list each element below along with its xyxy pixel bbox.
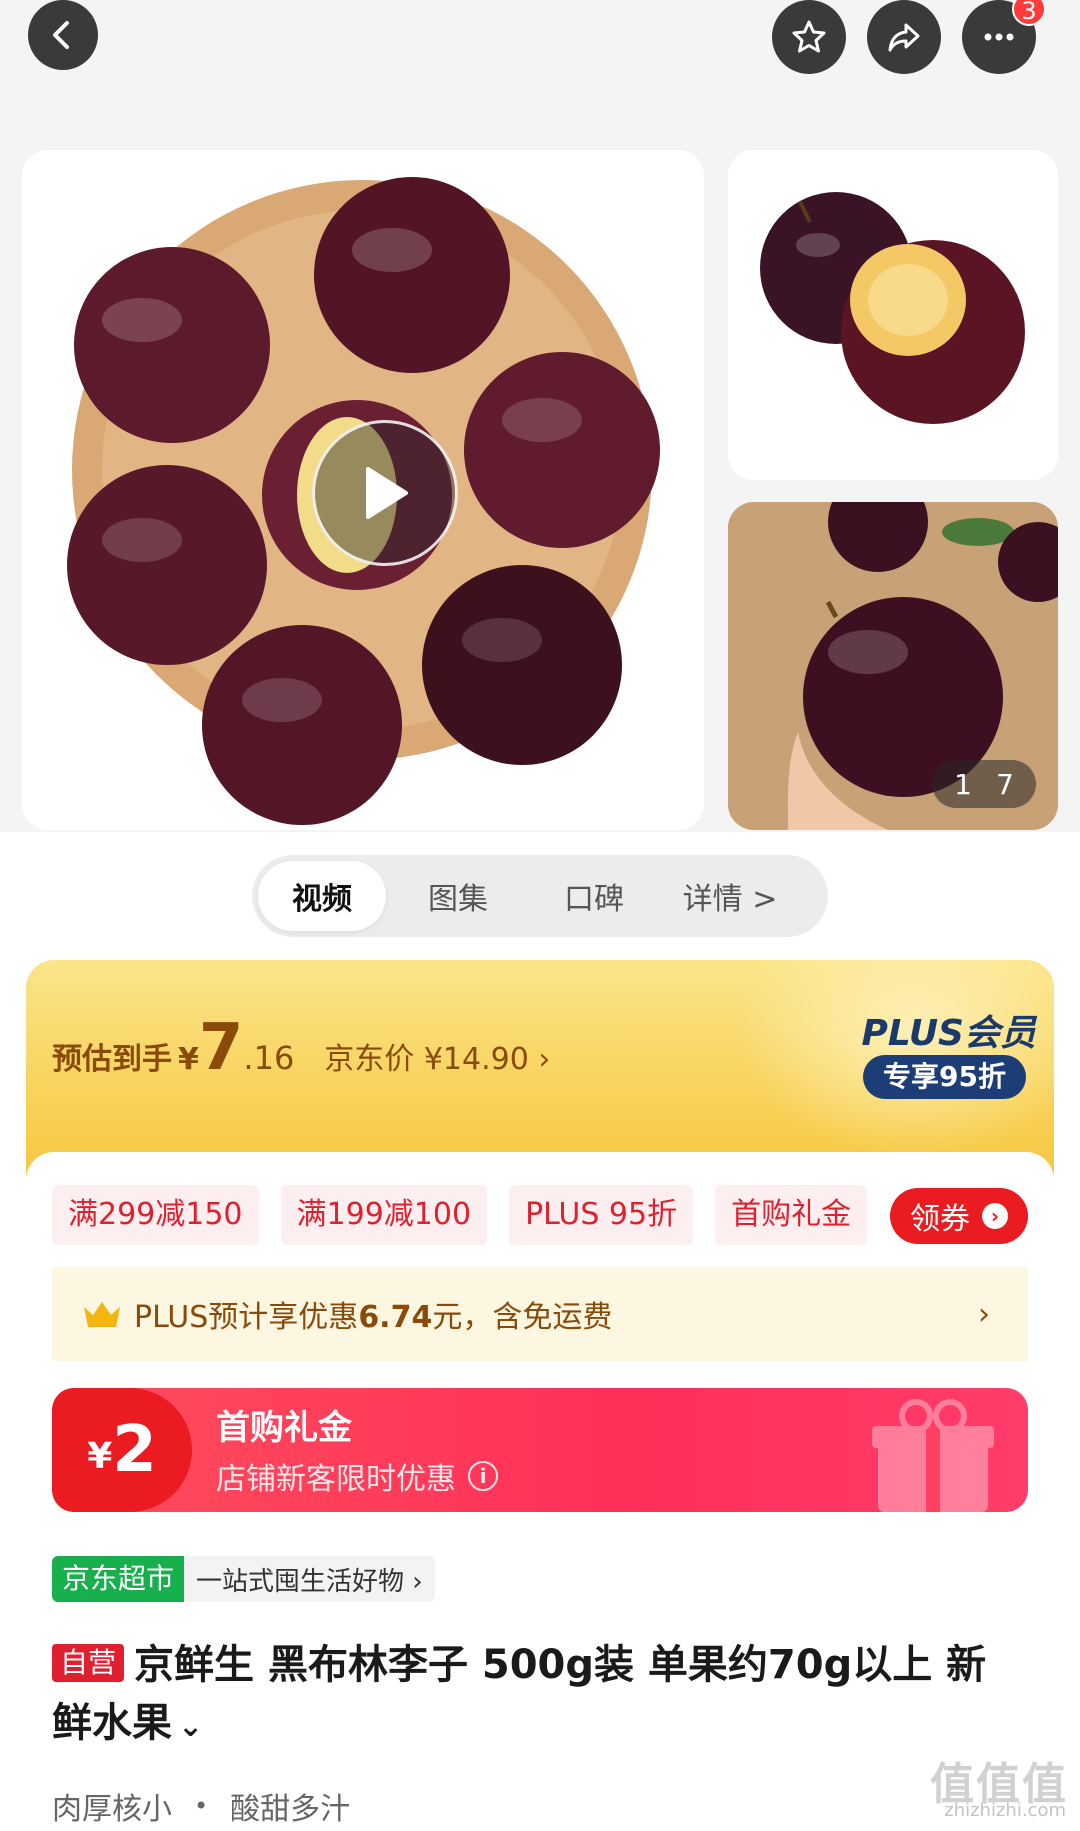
gallery-counter: 1 7 — [932, 760, 1036, 808]
store-tag[interactable]: 京东超市 一站式囤生活好物 › — [52, 1556, 435, 1602]
plus-member-title: PLUS会员 — [861, 1013, 1036, 1054]
play-video-button[interactable] — [312, 420, 458, 566]
coupon-tag[interactable]: PLUS 95折 — [509, 1185, 694, 1245]
feature-item: 酸甜多汁 — [230, 1792, 351, 1827]
store-name: 京东超市 — [52, 1556, 185, 1602]
gift-amount-value: 2 — [112, 1413, 157, 1487]
price-integer: 7 — [198, 1011, 244, 1085]
plus-savings-suffix: 元，含免运费 — [432, 1300, 613, 1335]
product-features: 肉厚核小 • 酸甜多汁 — [52, 1784, 350, 1828]
product-gallery: 1 7 — [0, 150, 1080, 830]
coupon-tag[interactable]: 满199减100 — [280, 1185, 488, 1245]
chevron-right-icon: › — [978, 1296, 990, 1332]
star-icon — [792, 20, 826, 53]
feature-item: 肉厚核小 — [52, 1792, 172, 1827]
main-product-video[interactable] — [22, 150, 704, 830]
get-coupon-button[interactable]: 领券 › — [890, 1188, 1028, 1244]
price-currency: ¥ — [178, 1042, 199, 1077]
price-row: 预估到手 ¥ 7 .16 京东价 ¥14.90 › — [52, 1016, 550, 1080]
store-slogan: 一站式囤生活好物 › — [196, 1566, 423, 1597]
chevron-down-icon[interactable]: ⌄ — [178, 1709, 203, 1744]
estimated-price-label: 预估到手 — [52, 1042, 172, 1077]
tab-gallery[interactable]: 图集 — [394, 861, 522, 931]
first-purchase-gift-card[interactable]: ¥ 2 首购礼金 店铺新客限时优惠 i — [52, 1388, 1028, 1512]
plus-savings-amount: 6.74 — [358, 1300, 433, 1335]
plus-discount-badge[interactable]: 专享95折 — [863, 1055, 1026, 1099]
bitten-plum-image — [728, 150, 1058, 480]
separator-dot: • — [194, 1792, 209, 1820]
more-button[interactable]: 3 — [962, 0, 1046, 74]
gallery-current-index: 1 — [954, 767, 972, 801]
tab-video[interactable]: 视频 — [258, 861, 386, 931]
back-button[interactable] — [28, 0, 98, 70]
price-decimal: .16 — [243, 1039, 295, 1077]
gift-box-icon — [872, 1399, 994, 1512]
top-nav-bar: 3 — [0, 0, 1080, 140]
get-coupon-label: 领券 — [910, 1202, 970, 1237]
product-title: 自营 京鲜生 黑布林李子 500g装 单果约70g以上 新鲜水果 ⌄ — [52, 1636, 1012, 1756]
chevron-right-icon: › — [982, 1203, 1008, 1229]
tab-details[interactable]: 详情 > — [666, 861, 794, 931]
gallery-total: 7 — [996, 767, 1014, 801]
share-icon — [888, 23, 920, 52]
play-icon — [366, 467, 408, 519]
gift-subtitle: 店铺新客限时优惠 — [216, 1462, 456, 1497]
plus-savings-prefix: PLUS预计享优惠 — [134, 1300, 359, 1335]
coupon-tag[interactable]: 满299减150 — [52, 1185, 259, 1245]
coupon-list: 满299减150 满199减100 PLUS 95折 首购礼金 — [52, 1185, 889, 1245]
crown-icon — [84, 1302, 120, 1327]
plus-savings-bar[interactable]: PLUS预计享优惠6.74元，含免运费 › — [52, 1267, 1028, 1361]
more-dots-icon — [984, 33, 1014, 41]
favorite-button[interactable] — [772, 0, 846, 74]
gallery-thumbnail-2[interactable]: 1 7 — [728, 502, 1058, 830]
jd-price-link[interactable]: 京东价 ¥14.90 › — [324, 1034, 550, 1078]
gift-currency: ¥ — [87, 1435, 113, 1477]
gift-title: 首购礼金 — [216, 1408, 352, 1448]
gallery-thumbnail-1[interactable] — [728, 150, 1058, 480]
coupon-tag[interactable]: 首购礼金 — [715, 1185, 868, 1245]
chevron-left-icon — [53, 21, 69, 49]
media-tabs: 视频 图集 口碑 详情 > — [252, 855, 828, 937]
share-button[interactable] — [867, 0, 941, 74]
plus-savings-text: PLUS预计享优惠6.74元，含免运费 — [134, 1292, 612, 1336]
gift-subtitle-row: 店铺新客限时优惠 i — [216, 1454, 498, 1498]
watermark-url: zhizhizhi.com — [944, 1800, 1066, 1821]
info-icon[interactable]: i — [468, 1461, 498, 1491]
tab-reviews[interactable]: 口碑 — [530, 861, 658, 931]
gift-amount: ¥ 2 — [52, 1388, 192, 1512]
self-operated-tag: 自营 — [52, 1644, 125, 1682]
